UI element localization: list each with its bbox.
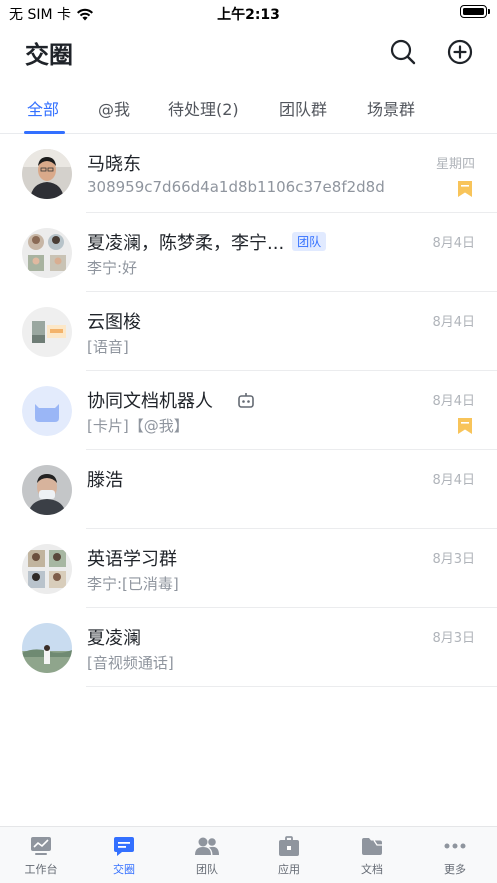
bookmark-flag-icon (458, 181, 472, 197)
tabbar-label: 团队 (196, 863, 218, 876)
tabbar-more[interactable]: 更多 (425, 835, 485, 877)
battery-icon (460, 5, 490, 18)
workbench-icon (31, 837, 51, 855)
group-avatar (22, 544, 72, 594)
chat-item[interactable]: 夏凌澜，陈梦柔，李宁... 团队 李宁:好 8月4日 (0, 213, 497, 292)
chat-time: 8月4日 (432, 473, 475, 488)
tab-scene-groups[interactable]: 场景群 (367, 96, 415, 120)
folder-icon (362, 837, 382, 855)
chat-name: 夏凌澜，陈梦柔，李宁... 团队 (87, 229, 327, 255)
chat-name: 滕浩 (87, 470, 123, 491)
chat-time: 8月4日 (432, 315, 475, 330)
chat-preview: [音视频通话] (87, 654, 174, 672)
chat-name-text: 协同文档机器人 (87, 391, 213, 412)
more-dots-icon (444, 843, 466, 849)
chat-time: 8月4日 (432, 236, 475, 251)
chat-time: 8月3日 (432, 631, 475, 646)
robot-icon (237, 393, 254, 408)
header: 交圈 (0, 24, 497, 80)
chat-name: 马晓东 (87, 154, 141, 175)
tab-pending[interactable]: 待处理(2) (168, 96, 239, 120)
tab-all[interactable]: 全部 (27, 96, 59, 120)
tabbar-workbench[interactable]: 工作台 (11, 835, 71, 877)
plus-circle-icon (447, 39, 473, 65)
tabbar-docs[interactable]: 文档 (342, 835, 402, 877)
tabbar-label: 更多 (444, 863, 466, 876)
tabbar-apps[interactable]: 应用 (259, 835, 319, 877)
tabbar-chat[interactable]: 交圈 (94, 835, 154, 877)
chat-item[interactable]: 英语学习群 李宁:[已消毒] 8月3日 (0, 529, 497, 608)
chat-name: 协同文档机器人 (87, 387, 255, 413)
chat-item[interactable]: 夏凌澜 [音视频通话] 8月3日 (0, 608, 497, 687)
chat-name: 夏凌澜 (87, 628, 141, 649)
team-tag-badge: 团队 (292, 232, 327, 251)
chat-name: 英语学习群 (87, 549, 177, 570)
avatar (22, 465, 72, 515)
avatar (22, 307, 72, 357)
avatar (22, 623, 72, 673)
chat-preview: 李宁:好 (87, 259, 138, 277)
tabbar-label: 工作台 (24, 863, 58, 876)
chat-preview: [语音] (87, 338, 129, 356)
chat-time: 8月4日 (432, 394, 475, 409)
bottom-tab-bar: 工作台 交圈 团队 应用 文档 更多 (0, 826, 497, 883)
status-time: 上午2:13 (217, 7, 280, 23)
chat-preview: 李宁:[已消毒] (87, 575, 179, 593)
search-icon (390, 39, 416, 65)
chat-item[interactable]: 滕浩 8月4日 (0, 450, 497, 529)
bookmark-flag-icon (458, 418, 472, 434)
chat-time: 8月3日 (432, 552, 475, 567)
chat-name: 云图梭 (87, 312, 141, 333)
chat-preview: [卡片]【@我】 (87, 417, 189, 435)
search-button[interactable] (387, 36, 419, 68)
group-avatar (22, 228, 72, 278)
apps-briefcase-icon (279, 835, 299, 856)
chat-item[interactable]: 云图梭 [语音] 8月4日 (0, 292, 497, 371)
tab-mentions[interactable]: @我 (98, 96, 130, 120)
bot-avatar (22, 386, 72, 436)
tabbar-label: 应用 (278, 863, 300, 876)
tabbar-label: 交圈 (113, 863, 135, 876)
chat-list: 马晓东 308959c7d66d4a1d8b1106c37e8f2d8d 星期四… (0, 134, 497, 687)
chat-item[interactable]: 协同文档机器人 [卡片]【@我】 8月4日 (0, 371, 497, 450)
chat-item[interactable]: 马晓东 308959c7d66d4a1d8b1106c37e8f2d8d 星期四 (0, 134, 497, 213)
page-title: 交圈 (25, 41, 73, 69)
team-icon (195, 837, 219, 855)
chat-name-text: 夏凌澜，陈梦柔，李宁... (87, 233, 285, 254)
avatar (22, 149, 72, 199)
tabbar-team[interactable]: 团队 (177, 835, 237, 877)
filter-tabs: 全部 @我 待处理(2) 团队群 场景群 (0, 80, 497, 134)
tabbar-label: 文档 (361, 863, 383, 876)
status-bar: 无 SIM 卡 上午2:13 (0, 0, 497, 24)
tab-team-groups[interactable]: 团队群 (279, 96, 327, 120)
chat-bubble-icon (114, 836, 134, 856)
chat-time: 星期四 (435, 157, 475, 172)
add-button[interactable] (444, 36, 476, 68)
chat-preview: 308959c7d66d4a1d8b1106c37e8f2d8d (87, 178, 385, 196)
